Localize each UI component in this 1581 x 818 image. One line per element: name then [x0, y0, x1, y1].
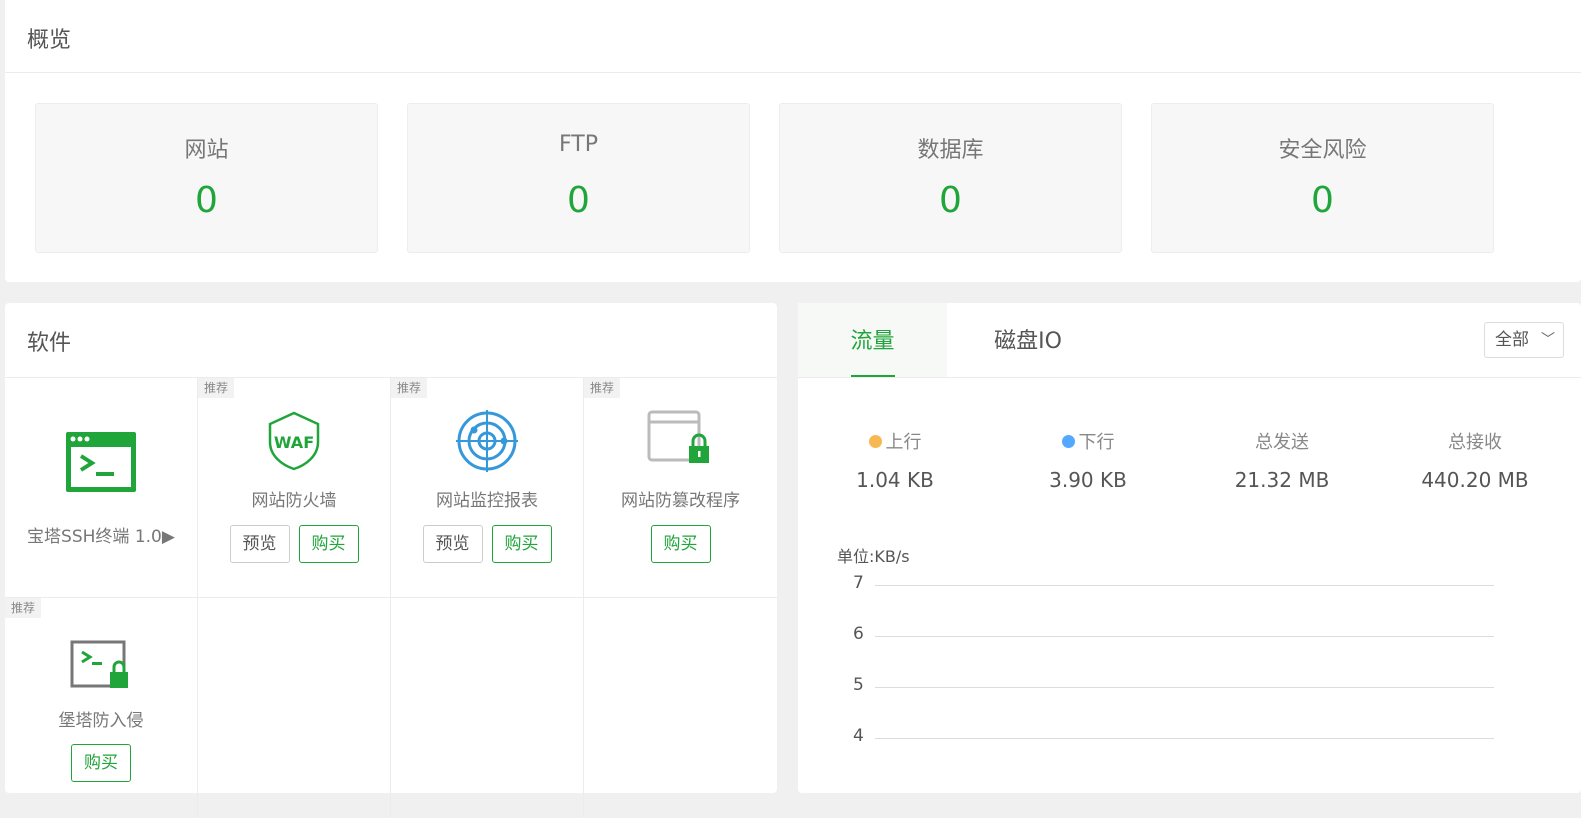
software-item-tamper-proof[interactable]: 推荐 网站防篡改程序 购买	[584, 378, 777, 598]
stat-total-received: 总接收 440.20 MB	[1395, 428, 1555, 492]
stat-value: 0	[1311, 180, 1334, 221]
stat-value: 0	[939, 180, 962, 221]
recommend-badge: 推荐	[584, 378, 621, 398]
overview-header: 概览	[5, 0, 1581, 73]
y-tick-label: 4	[853, 726, 864, 746]
y-tick-label: 5	[853, 675, 864, 695]
overview-title: 概览	[27, 28, 72, 53]
software-name: 网站防篡改程序	[621, 491, 740, 511]
software-panel: 软件 宝塔SSH终端 1.0▶ 推荐 WAF 网站防火墙 预览 购买 推荐 网站…	[5, 303, 777, 818]
software-item-site-monitor[interactable]: 推荐 网站监控报表 预览 购买	[391, 378, 584, 598]
stat-card-security-risk[interactable]: 安全风险 0	[1151, 103, 1494, 253]
stat-label: 总发送	[1255, 432, 1309, 453]
grid-line	[875, 738, 1494, 739]
stat-value: 440.20 MB	[1421, 468, 1529, 492]
stat-value: 0	[567, 180, 590, 221]
radar-icon	[456, 410, 518, 476]
tab-label: 磁盘IO	[994, 329, 1062, 354]
tab-label: 流量	[850, 329, 895, 354]
stat-label: 总接收	[1448, 432, 1502, 453]
y-tick-label: 6	[853, 624, 864, 644]
stat-value: 1.04 KB	[856, 468, 934, 492]
recommend-badge: 推荐	[391, 378, 428, 398]
stat-total-sent: 总发送 21.32 MB	[1202, 428, 1362, 492]
upload-dot-icon	[868, 434, 882, 448]
stat-card-ftp[interactable]: FTP 0	[407, 103, 750, 253]
overview-panel: 概览 网站 0 FTP 0 数据库 0 安全风险 0	[5, 0, 1581, 282]
stat-value: 0	[195, 180, 218, 221]
buy-button[interactable]: 购买	[650, 525, 711, 563]
software-item-intrusion-prevention[interactable]: 推荐 堡塔防入侵 购买	[5, 598, 198, 818]
stat-label: 安全风险	[1278, 138, 1367, 163]
svg-text:WAF: WAF	[274, 433, 314, 452]
stat-value: 3.90 KB	[1049, 468, 1127, 492]
interface-select[interactable]: 全部 ﹀	[1484, 322, 1564, 358]
stat-upload: 上行 1.04 KB	[815, 428, 975, 492]
stat-card-sites[interactable]: 网站 0	[35, 103, 378, 253]
terminal-icon	[65, 431, 137, 497]
software-header: 软件	[5, 303, 777, 378]
stat-label: 下行	[1078, 432, 1115, 453]
waf-shield-icon: WAF	[266, 410, 322, 476]
software-name: 宝塔SSH终端 1.0▶	[27, 527, 175, 547]
stat-value: 21.32 MB	[1234, 468, 1330, 492]
grid-line	[875, 687, 1494, 688]
software-empty-slot	[198, 598, 391, 818]
software-empty-slot	[391, 598, 584, 818]
select-value: 全部	[1495, 330, 1529, 350]
grid-line	[875, 585, 1494, 586]
stat-label: 数据库	[917, 138, 984, 163]
terminal-lock-icon	[70, 640, 132, 696]
preview-button[interactable]: 预览	[422, 525, 483, 563]
stat-download: 下行 3.90 KB	[1008, 428, 1168, 492]
software-name: 网站防火墙	[251, 491, 337, 511]
recommend-badge: 推荐	[5, 598, 42, 618]
grid-line	[875, 636, 1494, 637]
traffic-header: 流量 磁盘IO 全部 ﹀	[798, 303, 1581, 378]
download-dot-icon	[1061, 434, 1075, 448]
stat-label: FTP	[559, 132, 598, 157]
software-name: 堡塔防入侵	[58, 711, 144, 731]
software-item-waf[interactable]: 推荐 WAF 网站防火墙 预览 购买	[198, 378, 391, 598]
tab-traffic[interactable]: 流量	[798, 303, 947, 377]
y-tick-label: 7	[853, 573, 864, 593]
stat-label: 网站	[184, 138, 229, 163]
buy-button[interactable]: 购买	[298, 525, 359, 563]
stat-label: 上行	[885, 432, 922, 453]
traffic-panel: 流量 磁盘IO 全部 ﹀ 上行 1.04 KB 下行 3.90 KB 总发送 2…	[798, 303, 1581, 793]
buy-button[interactable]: 购买	[71, 744, 131, 782]
software-empty-slot	[584, 598, 777, 818]
chevron-down-icon: ﹀	[1541, 332, 1555, 348]
software-item-ssh-terminal[interactable]: 宝塔SSH终端 1.0▶	[5, 378, 198, 598]
active-tab-indicator	[851, 375, 895, 377]
software-title: 软件	[27, 331, 72, 356]
stat-card-database[interactable]: 数据库 0	[779, 103, 1122, 253]
tab-disk-io[interactable]: 磁盘IO	[947, 303, 1109, 377]
preview-button[interactable]: 预览	[229, 525, 290, 563]
buy-button[interactable]: 购买	[491, 525, 552, 563]
software-name: 网站监控报表	[436, 491, 538, 511]
browser-lock-icon	[647, 410, 715, 472]
recommend-badge: 推荐	[198, 378, 235, 398]
chart-unit-label: 单位:KB/s	[837, 547, 910, 566]
